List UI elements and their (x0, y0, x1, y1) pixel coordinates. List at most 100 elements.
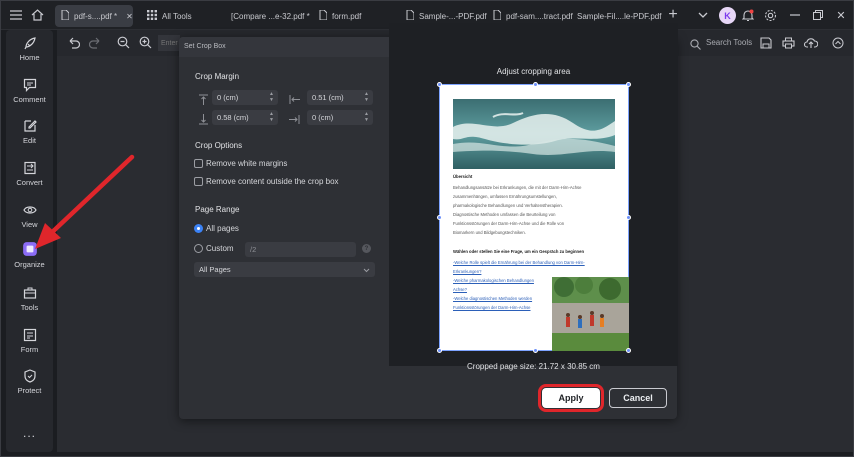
sidebar-item-label: Tools (20, 303, 39, 312)
margin-top-input[interactable]: 0 (cm) ▲ ▼ (212, 90, 278, 105)
save-icon[interactable] (760, 36, 772, 54)
pdf-file-icon (493, 9, 502, 22)
sidebar-item-label: Form (20, 345, 39, 354)
crop-handle-left[interactable] (437, 215, 442, 220)
crop-handle-bottom-right[interactable] (626, 348, 631, 353)
close-window-icon[interactable]: ✕ (832, 6, 850, 24)
help-icon[interactable]: ? (362, 244, 371, 253)
minimize-icon[interactable] (786, 6, 804, 24)
remove-white-margins-checkbox[interactable] (194, 159, 203, 168)
crop-handle-bottom-left[interactable] (437, 348, 442, 353)
avatar[interactable]: K (719, 7, 736, 24)
margin-top-value: 0 (cm) (217, 93, 239, 102)
undo-icon[interactable] (67, 36, 81, 54)
restore-window-icon[interactable] (809, 6, 827, 24)
home-icon[interactable] (28, 6, 46, 24)
cancel-button[interactable]: Cancel (609, 388, 667, 408)
crop-handle-bottom[interactable] (533, 348, 538, 353)
new-tab-plus-icon[interactable]: + (664, 6, 682, 24)
crop-handle-top-left[interactable] (437, 82, 442, 87)
all-pages-radio[interactable] (194, 224, 203, 233)
margin-bottom-input[interactable]: 0.58 (cm) ▲ ▼ (212, 110, 278, 125)
sidebar-item-convert[interactable]: Convert (6, 161, 53, 187)
custom-range-placeholder: /2 (250, 245, 257, 254)
sidebar-item-label: Convert (16, 178, 43, 187)
pdf-file-icon (319, 9, 328, 22)
zoom-in-icon[interactable] (139, 36, 152, 54)
sidebar-item-home[interactable]: Home (6, 36, 53, 62)
print-icon[interactable] (782, 36, 795, 54)
stepper-icon[interactable]: ▲ ▼ (269, 91, 274, 103)
hamburger-menu-icon[interactable] (7, 6, 25, 24)
tab-label: form.pdf (332, 11, 362, 21)
sidebar-item-tools[interactable]: Tools (6, 286, 53, 312)
sidebar-item-label: Home (19, 53, 40, 62)
crop-handle-top-right[interactable] (626, 82, 631, 87)
search-tools-label[interactable]: Search Tools (706, 38, 752, 47)
zoom-out-icon[interactable] (117, 36, 130, 54)
tab-all-tools[interactable]: All Tools (147, 5, 192, 27)
sidebar-item-label: Organize (14, 260, 45, 269)
settings-gear-icon[interactable] (761, 6, 779, 24)
expand-chevron-icon[interactable] (832, 36, 844, 54)
page-paragraph-line: Biomarkern und Bildgebungstechniken. (453, 230, 526, 235)
page-link[interactable]: -Welche pharmakologischen Behandlungen (453, 278, 534, 284)
sidebar-item-edit[interactable]: Edit (6, 119, 53, 145)
sidebar-item-view[interactable]: View (6, 203, 53, 229)
tab-label: Sample-Fil....le-PDF.pdf (577, 11, 662, 21)
convert-icon (23, 161, 36, 175)
crop-options-title: Crop Options (195, 141, 243, 150)
stepper-icon[interactable]: ▲ ▼ (269, 111, 274, 123)
page-link[interactable]: Funktionsstörungen der Darm-Hirn-Achse (453, 305, 531, 311)
page-preview[interactable]: Übersicht Behandlungsansätze bei Erkrank… (437, 82, 631, 353)
chevron-down-icon[interactable] (694, 6, 712, 24)
tab-pdf-s[interactable]: pdf-s....pdf * ✕ (55, 5, 133, 27)
margin-right-input[interactable]: 0 (cm) ▲ ▼ (307, 110, 373, 125)
crop-handle-top[interactable] (533, 82, 538, 87)
tab-form[interactable]: form.pdf (319, 5, 361, 27)
page-link[interactable]: -Welche Rolle spielt die Ernährung bei d… (453, 260, 585, 266)
all-pages-label: All pages (206, 224, 239, 233)
crop-handle-right[interactable] (626, 215, 631, 220)
wave-photo (453, 99, 615, 169)
page-paragraph-line: Funktionsstörungen der Darm-Hirn-Achse u… (453, 221, 565, 226)
page-range-select[interactable]: All Pages (194, 262, 375, 277)
page-link[interactable]: -Welche diagnostischen Methoden werden (453, 296, 532, 302)
dialog-title: Set Crop Box (184, 43, 226, 50)
page-paragraph-line: Diagnostische Methoden umfassen die Beur… (453, 212, 556, 217)
page-link[interactable]: Achse? (453, 287, 467, 293)
sidebar-item-label: Protect (17, 386, 42, 395)
margin-bottom-value: 0.58 (cm) (217, 113, 249, 122)
redo-icon[interactable] (88, 36, 102, 54)
remove-outside-checkbox[interactable] (194, 177, 203, 186)
eye-icon (22, 206, 37, 214)
sidebar-item-organize[interactable]: Organize (6, 241, 53, 269)
more-options-icon[interactable]: ... (6, 426, 53, 440)
sidebar-item-comment[interactable]: Comment (6, 78, 53, 104)
custom-radio[interactable] (194, 244, 203, 253)
sidebar-item-protect[interactable]: Protect (6, 369, 53, 395)
stepper-icon[interactable]: ▲ ▼ (364, 91, 369, 103)
upload-cloud-icon[interactable] (803, 36, 819, 54)
page-number-input[interactable] (158, 35, 180, 51)
close-icon[interactable]: ✕ (126, 12, 133, 21)
page-paragraph-line: zusammenhängen, umfassen Ernährungsumste… (453, 194, 557, 199)
tab-compare[interactable]: [Compare ...e-32.pdf * (231, 5, 310, 27)
sidebar-item-form[interactable]: Form (6, 328, 53, 354)
tab-label: [Compare ...e-32.pdf * (231, 11, 310, 21)
notification-bell-icon[interactable] (739, 6, 757, 24)
sidebar-item-label: Edit (23, 136, 36, 145)
toolbox-icon (23, 287, 36, 299)
stepper-icon[interactable]: ▲ ▼ (364, 111, 369, 123)
margin-left-input[interactable]: 0.51 (cm) ▲ ▼ (307, 90, 373, 105)
margin-left-value: 0.51 (cm) (312, 93, 344, 102)
edit-icon (23, 120, 37, 132)
custom-range-input[interactable]: /2 (245, 242, 356, 257)
page-link[interactable]: Erkrankungen? (453, 269, 481, 275)
sidebar-item-label: View (21, 220, 38, 229)
apply-button[interactable]: Apply (538, 384, 604, 412)
remove-white-margins-label: Remove white margins (206, 159, 288, 168)
tab-label: All Tools (162, 11, 192, 21)
shield-icon (23, 369, 36, 383)
margin-left-icon (289, 92, 300, 104)
